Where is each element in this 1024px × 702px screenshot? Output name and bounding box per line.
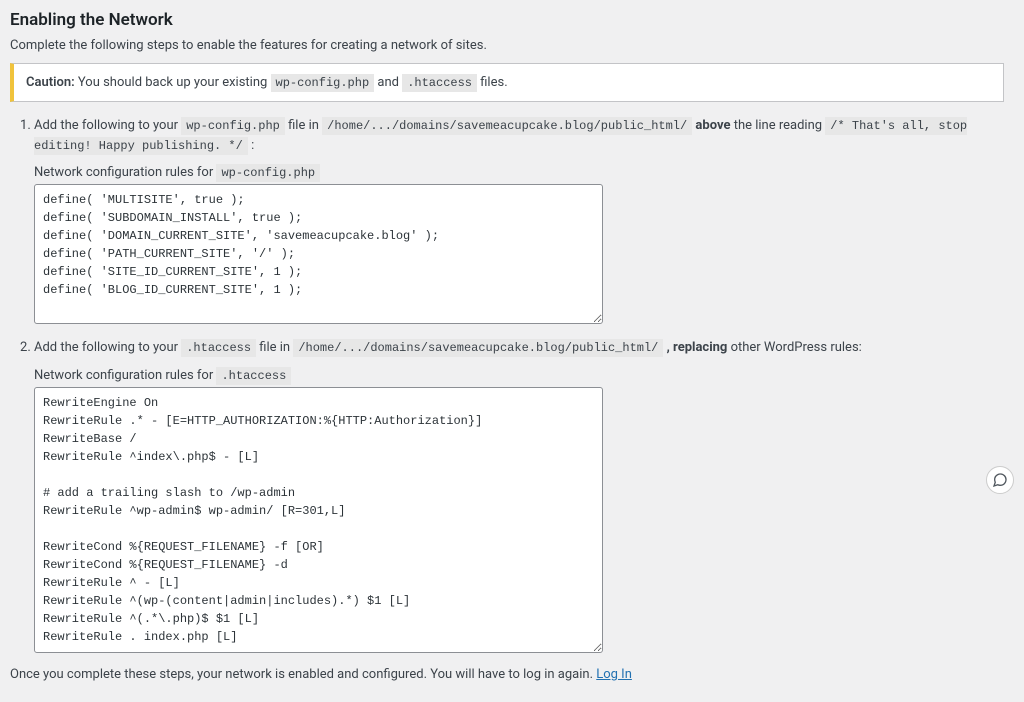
final-text: Once you complete these steps, your netw… xyxy=(10,667,596,682)
caution-notice: Caution: You should back up your existin… xyxy=(10,63,1004,102)
step1-rules-label: Network configuration rules for wp-confi… xyxy=(34,165,1004,180)
chat-bubble-icon[interactable] xyxy=(986,466,1014,494)
step2-rules-code: .htaccess xyxy=(216,367,291,385)
step2-code2: /home/.../domains/savemeacupcake.blog/pu… xyxy=(293,339,663,357)
final-note: Once you complete these steps, your netw… xyxy=(10,667,1004,682)
step1-text2: file in xyxy=(285,118,322,133)
step2-text1: Add the following to your xyxy=(34,340,181,355)
page-subtitle: Complete the following steps to enable t… xyxy=(10,38,1004,53)
step2-rules-label: Network configuration rules for .htacces… xyxy=(34,368,1004,383)
step1-code2: /home/.../domains/savemeacupcake.blog/pu… xyxy=(322,117,692,135)
step2-code1: .htaccess xyxy=(181,339,256,357)
step1-rules-code: wp-config.php xyxy=(216,164,320,182)
step1-code1: wp-config.php xyxy=(181,117,285,135)
steps-list: Add the following to your wp-config.php … xyxy=(10,116,1004,653)
page-title: Enabling the Network xyxy=(10,10,1004,30)
step-2: Add the following to your .htaccess file… xyxy=(34,338,1004,653)
caution-text3: files. xyxy=(477,75,508,90)
step1-text3: above xyxy=(692,118,730,133)
step1-text4: the line reading xyxy=(730,118,825,133)
caution-label: Caution: xyxy=(26,75,75,90)
wp-config-codeblock[interactable] xyxy=(34,184,603,324)
step1-text1: Add the following to your xyxy=(34,118,181,133)
caution-text2: and xyxy=(374,75,402,90)
step1-text5: : xyxy=(248,138,254,153)
step2-text4: other WordPress rules: xyxy=(727,340,861,355)
step-1: Add the following to your wp-config.php … xyxy=(34,116,1004,324)
caution-code2: .htaccess xyxy=(402,74,477,92)
step2-text3: , replacing xyxy=(663,340,727,355)
caution-text1: You should back up your existing xyxy=(75,75,271,90)
htaccess-codeblock[interactable] xyxy=(34,387,603,653)
login-link[interactable]: Log In xyxy=(596,667,632,682)
step2-text2: file in xyxy=(256,340,293,355)
caution-code1: wp-config.php xyxy=(271,74,375,92)
